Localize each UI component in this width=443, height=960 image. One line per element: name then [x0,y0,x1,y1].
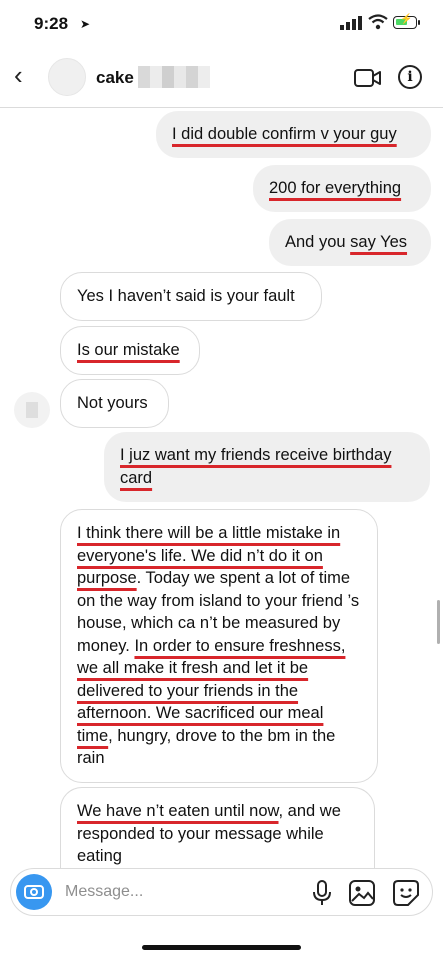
avatar[interactable] [14,392,50,428]
message-text: I juz want my friends receive birthday c… [120,446,392,487]
avatar[interactable] [48,58,86,96]
received-message-bubble[interactable]: I think there will be a little mistake i… [60,509,378,783]
message-text: say Yes [350,233,408,251]
message-text: Is our mistake [77,341,180,359]
video-call-icon[interactable] [354,68,382,88]
message-composer: Message... [10,868,433,916]
contact-name[interactable]: cake [96,68,134,88]
home-indicator [142,945,301,950]
location-arrow-icon: ➤ [80,17,91,31]
sent-message-bubble[interactable]: And you say Yes [269,219,431,266]
message-input[interactable]: Message... [65,883,143,901]
cellular-signal-icon [340,16,362,30]
battery-icon: ⚡ [393,14,420,29]
status-bar: 9:28 ➤ ⚡ [0,0,443,48]
back-button[interactable]: ‹ [14,62,23,88]
redacted-name [138,66,210,88]
camera-icon[interactable] [16,874,52,910]
scrollbar[interactable] [437,600,440,644]
gallery-icon[interactable] [349,880,375,906]
message-text: Yes I haven’t said is your fault [77,287,295,305]
received-message-bubble[interactable]: Not yours [60,379,169,428]
sent-message-bubble[interactable]: I juz want my friends receive birthday c… [104,432,430,502]
wifi-icon [368,14,388,30]
received-message-bubble[interactable]: We have n’t eaten until now, and we resp… [60,787,375,869]
message-text: , hungry, drove to the bm in the rain [77,726,336,768]
sticker-icon[interactable] [393,880,419,906]
message-text: Not yours [77,394,148,412]
message-text: I did double confirm v your guy [172,125,397,143]
sent-message-bubble[interactable]: 200 for everything [253,165,431,212]
received-message-bubble[interactable]: Is our mistake [60,326,200,375]
message-text: And you [285,233,351,251]
info-icon[interactable]: i [398,65,422,89]
status-time: 9:28 [34,14,69,33]
chat-header: ‹ cake i [0,48,443,108]
microphone-icon[interactable] [311,880,333,906]
message-text: 200 for everything [269,179,402,197]
received-message-bubble[interactable]: Yes I haven’t said is your fault [60,272,322,321]
message-text: We have n’t eaten until now [77,802,279,820]
sent-message-bubble[interactable]: I did double confirm v your guy [156,111,431,158]
